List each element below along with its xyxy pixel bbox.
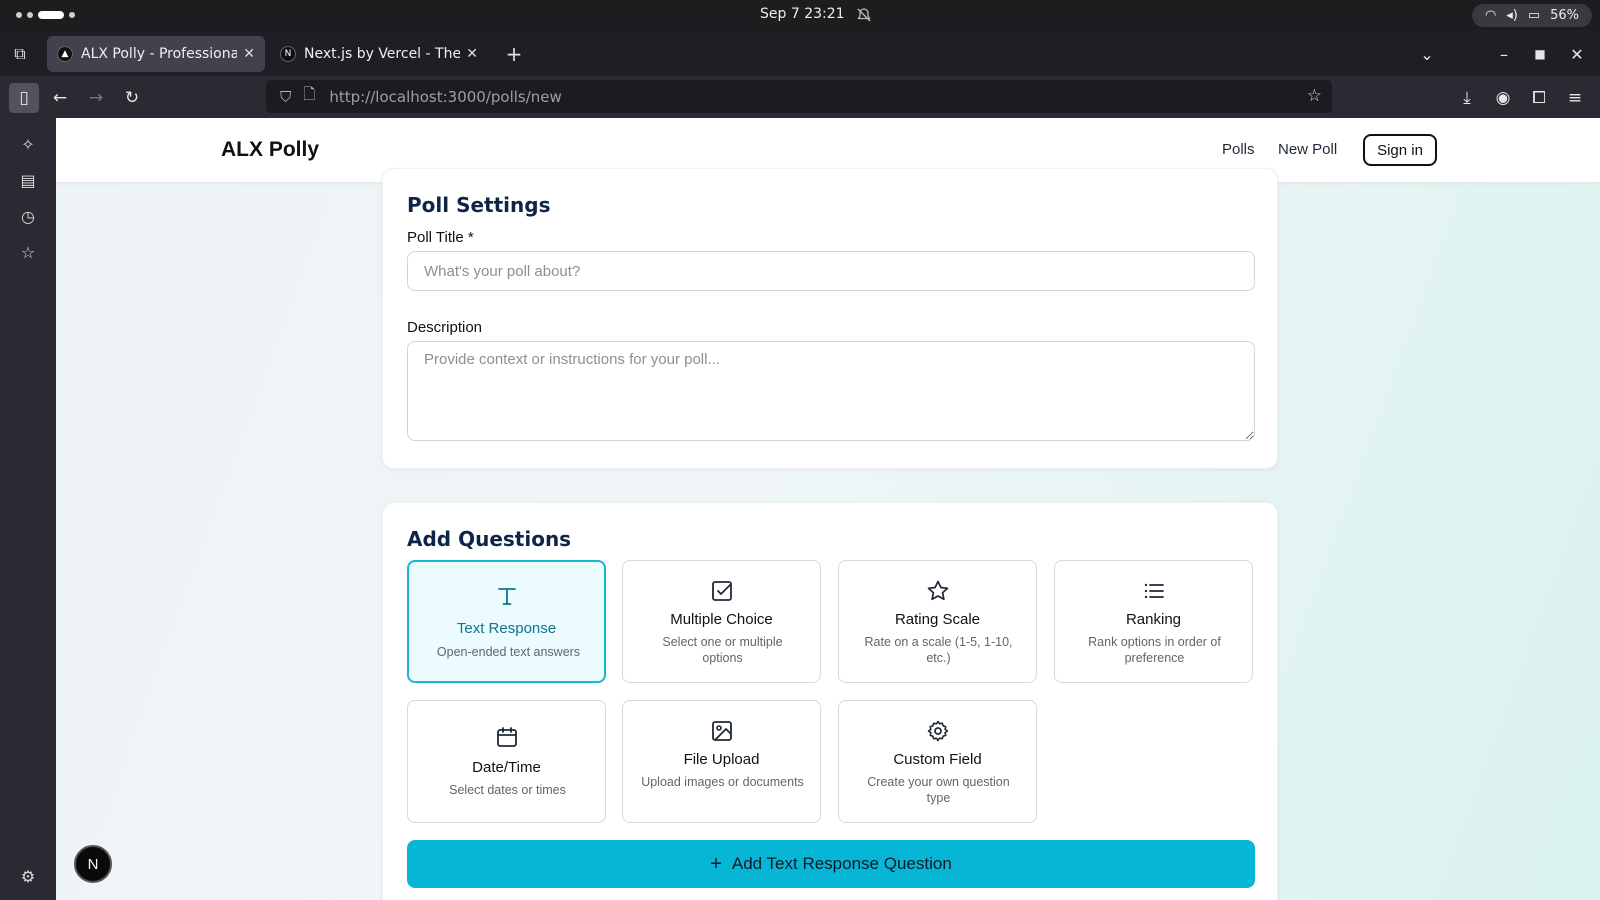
- add-question-button[interactable]: + Add Text Response Question: [407, 840, 1255, 888]
- tab-overview-icon[interactable]: ⧉: [8, 42, 32, 66]
- question-type-multiple-choice[interactable]: Multiple Choice Select one or multiple o…: [622, 560, 821, 683]
- question-type-description: Open-ended text answers: [436, 645, 581, 659]
- tab-nextjs[interactable]: N Next.js by Vercel - The Re ✕: [270, 36, 488, 72]
- question-type-date-time[interactable]: Date/Time Select dates or times: [407, 700, 606, 823]
- notifications-muted-icon: [857, 8, 871, 22]
- sign-in-button[interactable]: Sign in: [1363, 134, 1437, 166]
- question-type-title: Rating Scale: [894, 611, 981, 628]
- minimize-window-icon[interactable]: –: [1492, 42, 1516, 66]
- poll-settings-card: Poll Settings Poll Title * Description: [382, 168, 1278, 469]
- question-type-ranking[interactable]: Ranking Rank options in order of prefere…: [1054, 560, 1253, 683]
- checkbox-icon: [623, 579, 820, 603]
- add-question-label: Add Text Response Question: [731, 854, 952, 873]
- question-type-rating-scale[interactable]: Rating Scale Rate on a scale (1-5, 1-10,…: [838, 560, 1037, 683]
- nextjs-dev-tools-icon[interactable]: N: [74, 845, 112, 883]
- brand-logo-text[interactable]: ALX Polly: [221, 138, 319, 162]
- close-window-icon[interactable]: ✕: [1565, 42, 1589, 66]
- poll-title-input[interactable]: [407, 251, 1255, 291]
- sidebar-settings-gear-icon[interactable]: ⚙: [16, 864, 40, 888]
- question-type-description: Rate on a scale (1-5, 1-10, etc.): [864, 635, 1013, 665]
- bookmark-star-icon[interactable]: ☆: [1307, 86, 1322, 106]
- poll-title-label: Poll Title *: [407, 229, 474, 246]
- sidebar-toggle-icon[interactable]: ▯: [9, 83, 39, 113]
- new-tab-icon[interactable]: +: [502, 42, 526, 66]
- nextjs-favicon-icon: N: [280, 46, 296, 62]
- list-tabs-chevron-icon[interactable]: ⌄: [1415, 42, 1439, 66]
- os-top-bar: Sep 7 23:21 ◠ ◂) ▭ 56%: [0, 0, 1600, 30]
- history-icon[interactable]: ◷: [16, 204, 40, 228]
- tab-label: Next.js by Vercel - The Re: [304, 46, 461, 62]
- workspace-active-pill: [38, 11, 64, 19]
- wifi-icon: ◠: [1484, 8, 1497, 23]
- question-type-description: Rank options in order of preference: [1088, 635, 1221, 665]
- question-type-title: Text Response: [456, 620, 557, 637]
- url-text[interactable]: http://localhost:3000/polls/new: [329, 88, 561, 106]
- calendar-icon: [408, 725, 605, 749]
- shield-icon[interactable]: ⛉: [280, 88, 291, 106]
- battery-icon: ▭: [1527, 8, 1541, 23]
- tab-label: ALX Polly - Professional P: [81, 46, 238, 62]
- question-type-description: Upload images or documents: [641, 775, 804, 789]
- question-type-description: Select one or multiple options: [662, 635, 783, 665]
- forward-arrow-icon[interactable]: →: [81, 83, 111, 113]
- image-icon: [623, 719, 820, 743]
- close-tab-icon[interactable]: ✕: [466, 46, 478, 62]
- nav-link-polls[interactable]: Polls: [1222, 141, 1255, 158]
- star-icon: [839, 579, 1036, 603]
- description-label: Description: [407, 319, 483, 336]
- gear-icon: [839, 719, 1036, 743]
- ai-chatbot-icon[interactable]: ✧: [16, 132, 40, 156]
- back-arrow-icon[interactable]: ←: [45, 83, 75, 113]
- os-clock[interactable]: Sep 7 23:21: [760, 6, 845, 22]
- synced-tabs-icon[interactable]: ▤: [16, 168, 40, 192]
- page-info-icon[interactable]: 🗋: [303, 84, 315, 109]
- text-icon: [409, 584, 604, 608]
- address-bar[interactable]: ⛉ 🗋 http://localhost:3000/polls/new ☆: [266, 80, 1332, 113]
- battery-percent: 56%: [1550, 8, 1579, 23]
- workspace-indicator[interactable]: [16, 11, 75, 19]
- question-type-file-upload[interactable]: File Upload Upload images or documents: [622, 700, 821, 823]
- question-type-title: Custom Field: [893, 751, 982, 768]
- reload-icon[interactable]: ↻: [117, 83, 147, 113]
- question-type-text-response[interactable]: Text Response Open-ended text answers: [407, 560, 606, 683]
- question-type-description: Create your own question type: [867, 775, 1010, 805]
- question-type-title: Multiple Choice: [670, 611, 773, 628]
- system-status-menu[interactable]: ◠ ◂) ▭ 56%: [1472, 4, 1592, 27]
- volume-icon: ◂): [1506, 8, 1518, 23]
- close-tab-icon[interactable]: ✕: [243, 46, 255, 62]
- browser-sidebar: ✧ ▤ ◷ ☆ ⚙: [0, 118, 56, 900]
- workspace-dot: [27, 12, 33, 18]
- nav-link-new-poll[interactable]: New Poll: [1278, 141, 1337, 158]
- add-questions-title: Add Questions: [407, 527, 572, 551]
- vercel-favicon-icon: ▲: [57, 46, 73, 62]
- menu-hamburger-icon[interactable]: ≡: [1560, 83, 1590, 113]
- downloads-icon[interactable]: ⤓: [1452, 83, 1482, 113]
- description-textarea[interactable]: [407, 341, 1255, 441]
- question-type-description: Select dates or times: [449, 783, 566, 797]
- question-type-title: File Upload: [683, 751, 760, 768]
- list-icon: [1055, 579, 1252, 603]
- poll-settings-title: Poll Settings: [407, 193, 551, 217]
- web-page: ALX Polly Polls New Poll Sign in Poll Se…: [56, 118, 1600, 900]
- navigation-toolbar: ▯ ← → ↻ ⛉ 🗋 http://localhost:3000/polls/…: [0, 76, 1600, 118]
- question-type-title: Date/Time: [472, 759, 541, 776]
- question-type-title: Ranking: [1125, 611, 1182, 628]
- extensions-icon[interactable]: ⧠: [1524, 83, 1554, 113]
- tab-alx-polly[interactable]: ▲ ALX Polly - Professional P ✕: [47, 36, 265, 72]
- question-type-custom-field[interactable]: Custom Field Create your own question ty…: [838, 700, 1037, 823]
- plus-icon: +: [710, 852, 722, 875]
- bookmarks-star-icon[interactable]: ☆: [16, 240, 40, 264]
- maximize-window-icon[interactable]: ■: [1528, 42, 1552, 66]
- add-questions-card: Add Questions Text Response Open-ended t…: [382, 502, 1278, 900]
- tab-bar: ⧉ ▲ ALX Polly - Professional P ✕ N Next.…: [0, 30, 1600, 76]
- account-icon[interactable]: ◉: [1488, 83, 1518, 113]
- workspace-dot: [16, 12, 22, 18]
- workspace-dot: [69, 12, 75, 18]
